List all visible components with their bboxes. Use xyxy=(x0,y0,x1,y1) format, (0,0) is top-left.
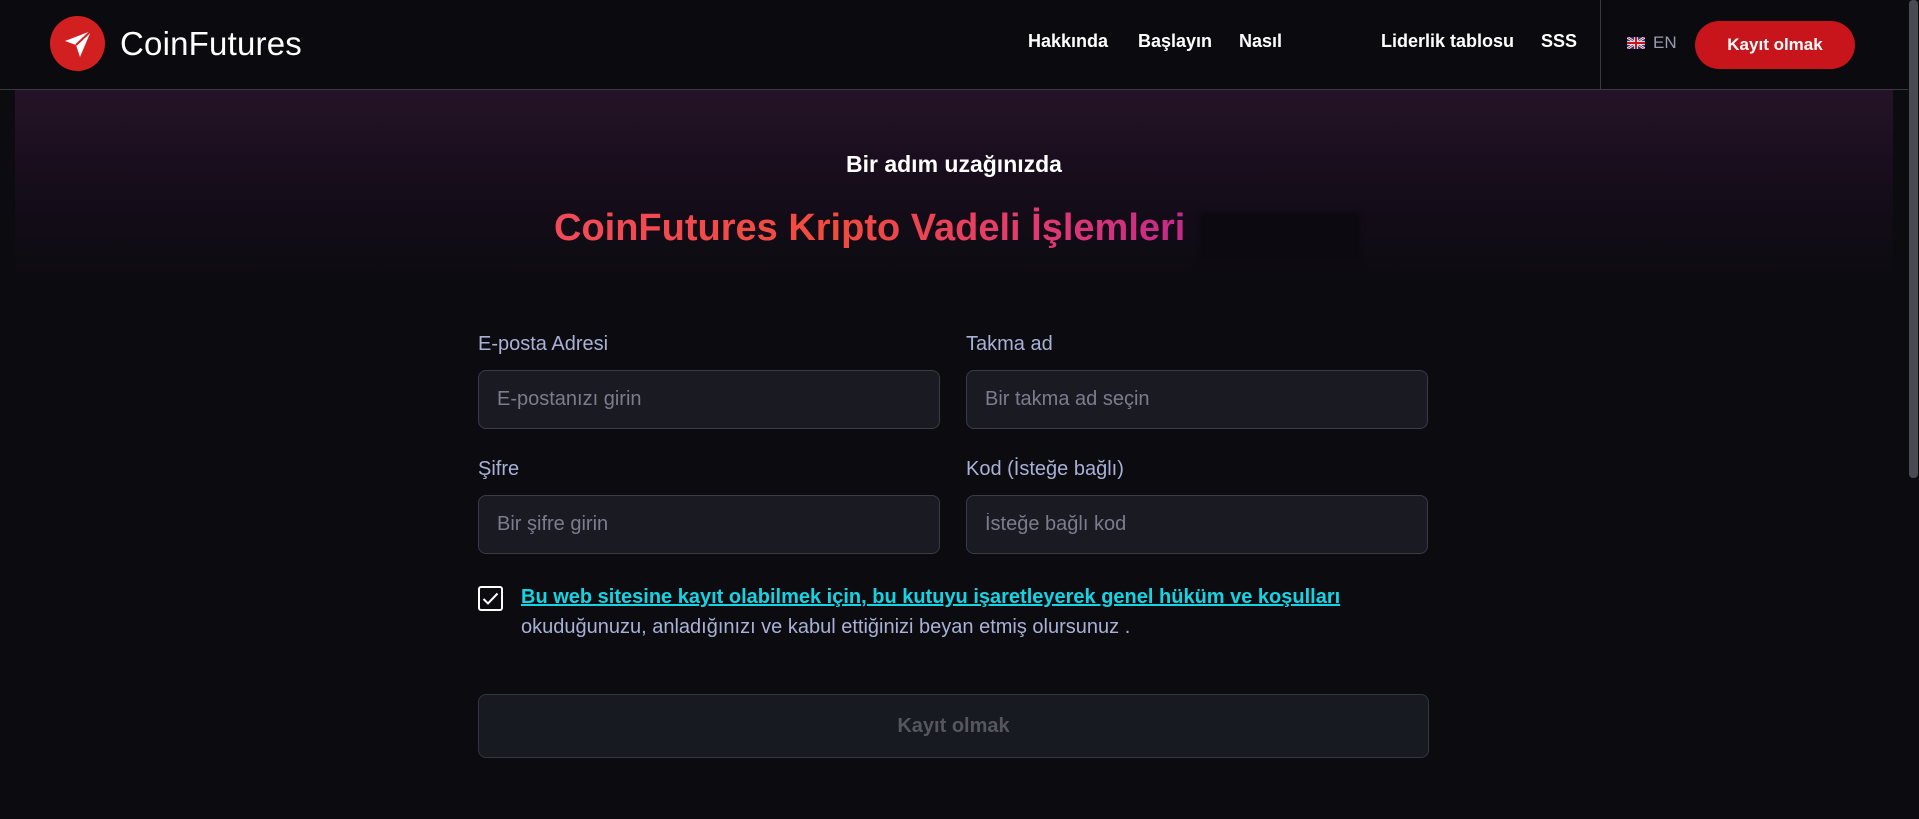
headline-redaction xyxy=(1200,212,1360,260)
code-label: Kod (İsteğe bağlı) xyxy=(966,458,1124,480)
nav-item-leaderboard[interactable]: Liderlik tablosu xyxy=(1381,31,1514,52)
nav-item-faq[interactable]: SSS xyxy=(1541,31,1577,52)
brand-name: CoinFutures xyxy=(120,24,302,62)
password-label: Şifre xyxy=(478,458,520,480)
hero-headline: CoinFutures Kripto Vadeli İşlemleri xyxy=(554,207,1186,249)
nav-item-how[interactable]: Nasıl xyxy=(1239,31,1282,52)
header-register-button[interactable]: Kayıt olmak xyxy=(1695,21,1855,69)
hero-subtitle: Bir adım uzağınızda xyxy=(846,151,1062,177)
uk-flag-icon xyxy=(1627,37,1645,49)
terms-description: okuduğunuzu, anladığınızı ve kabul ettiğ… xyxy=(521,616,1131,638)
nav-item-start[interactable]: Başlayın xyxy=(1138,31,1212,52)
top-header: CoinFutures Hakkında Başlayın Nasıl Lide… xyxy=(0,0,1908,90)
email-label: E-posta Adresi xyxy=(478,333,609,355)
terms-link[interactable]: Bu web sitesine kayıt olabilmek için, bu… xyxy=(521,586,1340,608)
code-input[interactable] xyxy=(966,495,1428,554)
main-nav: Hakkında Başlayın Nasıl Liderlik tablosu… xyxy=(1000,0,1600,88)
nav-divider xyxy=(1600,0,1601,90)
hero-background xyxy=(15,90,1893,290)
language-selector[interactable]: EN xyxy=(1627,33,1677,53)
scrollbar-thumb[interactable] xyxy=(1909,0,1918,478)
nickname-label: Takma ad xyxy=(966,333,1053,355)
logo-arrow-icon xyxy=(50,16,105,71)
email-input[interactable] xyxy=(478,370,940,429)
nav-item-about[interactable]: Hakkında xyxy=(1028,31,1108,52)
checkmark-icon xyxy=(482,592,499,605)
terms-checkbox[interactable] xyxy=(478,586,503,611)
terms-text-block: Bu web sitesine kayıt olabilmek için, bu… xyxy=(521,582,1421,642)
password-input[interactable] xyxy=(478,495,940,554)
register-submit-button[interactable]: Kayıt olmak xyxy=(478,694,1429,758)
nickname-input[interactable] xyxy=(966,370,1428,429)
brand-logo[interactable]: CoinFutures xyxy=(50,16,302,71)
language-code: EN xyxy=(1653,33,1677,52)
